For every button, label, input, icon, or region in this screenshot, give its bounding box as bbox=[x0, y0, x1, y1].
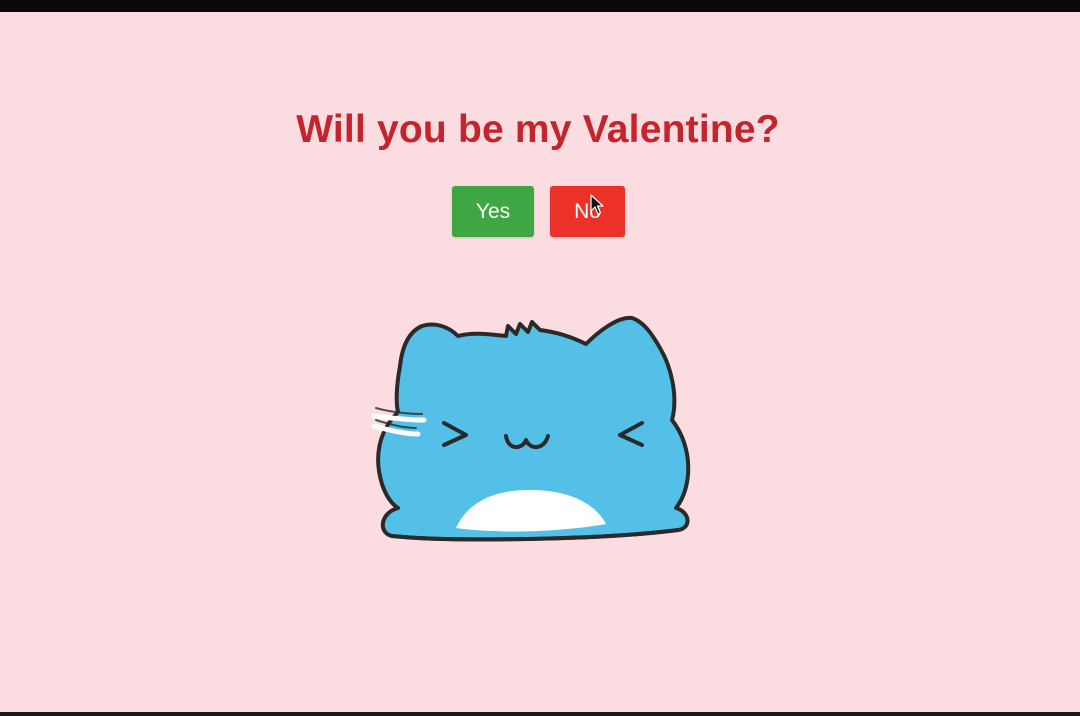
blue-cat-icon bbox=[371, 315, 691, 542]
bottom-bar bbox=[0, 712, 1080, 716]
top-bar bbox=[0, 0, 1080, 12]
yes-button[interactable]: Yes bbox=[452, 186, 534, 237]
page-title: Will you be my Valentine? bbox=[296, 108, 780, 151]
valentine-page: Will you be my Valentine? Yes No bbox=[0, 0, 1080, 716]
no-button[interactable]: No bbox=[550, 186, 625, 237]
